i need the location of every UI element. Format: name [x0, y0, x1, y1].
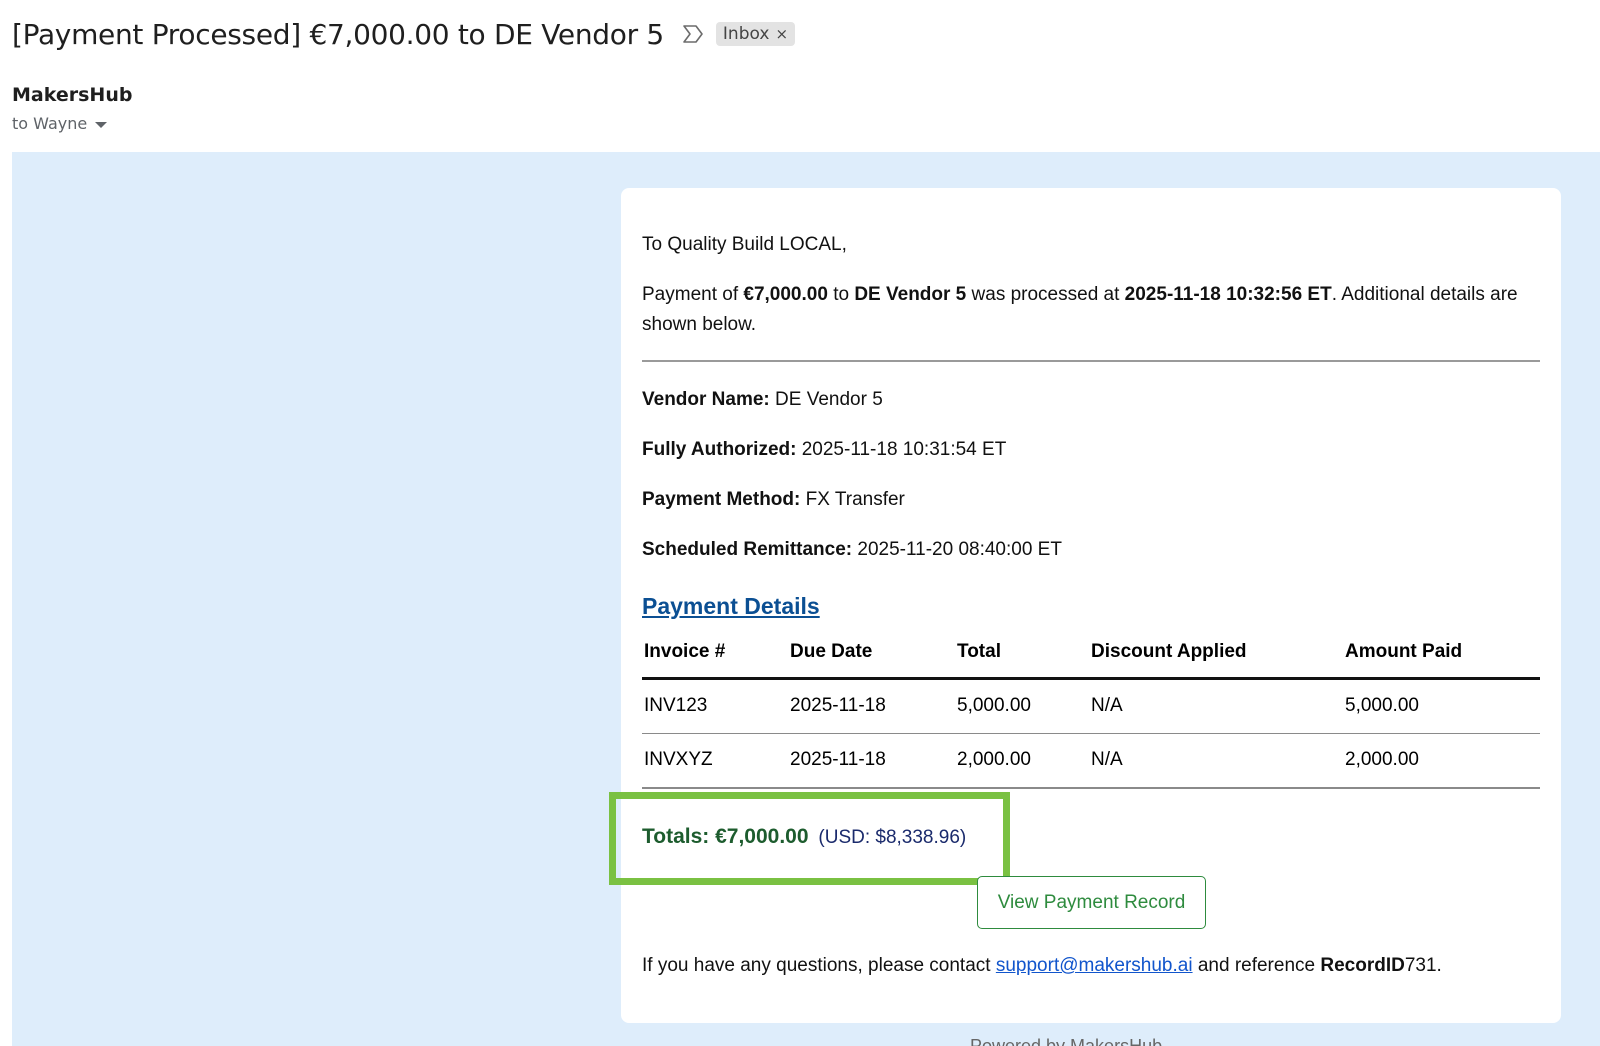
- recipient-details-toggle[interactable]: to Wayne: [12, 114, 108, 133]
- chevron-down-icon[interactable]: [95, 121, 108, 128]
- table-header-row: Invoice # Due Date Total Discount Applie…: [642, 628, 1540, 680]
- column-header-discount: Discount Applied: [1089, 628, 1343, 680]
- intro-vendor: DE Vendor 5: [854, 284, 967, 305]
- greeting: To Quality Build LOCAL,: [642, 234, 847, 255]
- payment-details-link[interactable]: Payment Details: [642, 593, 820, 620]
- footer-text: and reference: [1192, 955, 1321, 976]
- field-fully-authorized: Fully Authorized: 2025-11-18 10:31:54 ET: [642, 435, 1006, 465]
- field-value: FX Transfer: [800, 489, 905, 510]
- field-value: DE Vendor 5: [769, 389, 883, 410]
- table-cell: 2025-11-18: [788, 733, 955, 789]
- intro-text: to: [827, 284, 855, 305]
- field-payment-method: Payment Method: FX Transfer: [642, 485, 905, 515]
- table-row: INVXYZ 2025-11-18 2,000.00 N/A 2,000.00: [642, 733, 1540, 789]
- table-cell: 2,000.00: [1343, 733, 1540, 789]
- table-cell: 2025-11-18: [788, 678, 955, 734]
- inbox-label-text: Inbox: [722, 24, 770, 44]
- email-subject: [Payment Processed] €7,000.00 to DE Vend…: [12, 17, 664, 51]
- divider: [642, 360, 1540, 362]
- column-header-due-date: Due Date: [788, 628, 955, 680]
- support-email-link[interactable]: support@makershub.ai: [996, 955, 1193, 976]
- footer-line: If you have any questions, please contac…: [642, 951, 1442, 981]
- table-cell: 5,000.00: [1343, 678, 1540, 734]
- field-vendor-name: Vendor Name: DE Vendor 5: [642, 385, 883, 415]
- footer-text: If you have any questions, please contac…: [642, 955, 996, 976]
- field-value: 2025-11-20 08:40:00 ET: [852, 539, 1062, 560]
- table-cell: INV123: [642, 678, 788, 734]
- intro-text: Payment of: [642, 284, 744, 305]
- table-cell: 5,000.00: [955, 678, 1089, 734]
- table-cell: N/A: [1089, 733, 1343, 789]
- sender-name: MakersHub: [12, 84, 133, 106]
- powered-by-text: Powered by MakersHub: [970, 1036, 1163, 1046]
- column-header-invoice: Invoice #: [642, 628, 788, 680]
- column-header-amount-paid: Amount Paid: [1343, 628, 1540, 680]
- inbox-label-chip[interactable]: Inbox ×: [715, 22, 796, 46]
- totals-highlight-box: [609, 792, 1010, 885]
- record-id-value: 731.: [1404, 955, 1442, 976]
- table-cell: INVXYZ: [642, 733, 788, 789]
- table-row: INV123 2025-11-18 5,000.00 N/A 5,000.00: [642, 678, 1540, 734]
- view-payment-record-button[interactable]: View Payment Record: [977, 876, 1206, 929]
- column-header-total: Total: [955, 628, 1089, 680]
- email-header: [Payment Processed] €7,000.00 to DE Vend…: [12, 14, 796, 54]
- field-scheduled-remittance: Scheduled Remittance: 2025-11-20 08:40:0…: [642, 535, 1062, 565]
- remove-label-icon[interactable]: ×: [775, 25, 788, 43]
- field-label: Scheduled Remittance:: [642, 539, 853, 560]
- intro-processed-at: 2025-11-18 10:32:56 ET: [1124, 284, 1332, 305]
- payment-details-table: Invoice # Due Date Total Discount Applie…: [642, 628, 1540, 789]
- intro-text: was processed at: [966, 284, 1125, 305]
- important-marker-icon[interactable]: [682, 24, 704, 44]
- intro-amount: €7,000.00: [743, 284, 828, 305]
- table-cell: N/A: [1089, 678, 1343, 734]
- field-label: Payment Method:: [642, 489, 801, 510]
- record-id-label: RecordID: [1320, 955, 1405, 976]
- table-cell: 2,000.00: [955, 733, 1089, 789]
- field-label: Fully Authorized:: [642, 439, 797, 460]
- intro-paragraph: Payment of €7,000.00 to DE Vendor 5 was …: [642, 280, 1540, 340]
- field-value: 2025-11-18 10:31:54 ET: [796, 439, 1007, 460]
- recipient-line: to Wayne: [12, 114, 88, 133]
- field-label: Vendor Name:: [642, 389, 770, 410]
